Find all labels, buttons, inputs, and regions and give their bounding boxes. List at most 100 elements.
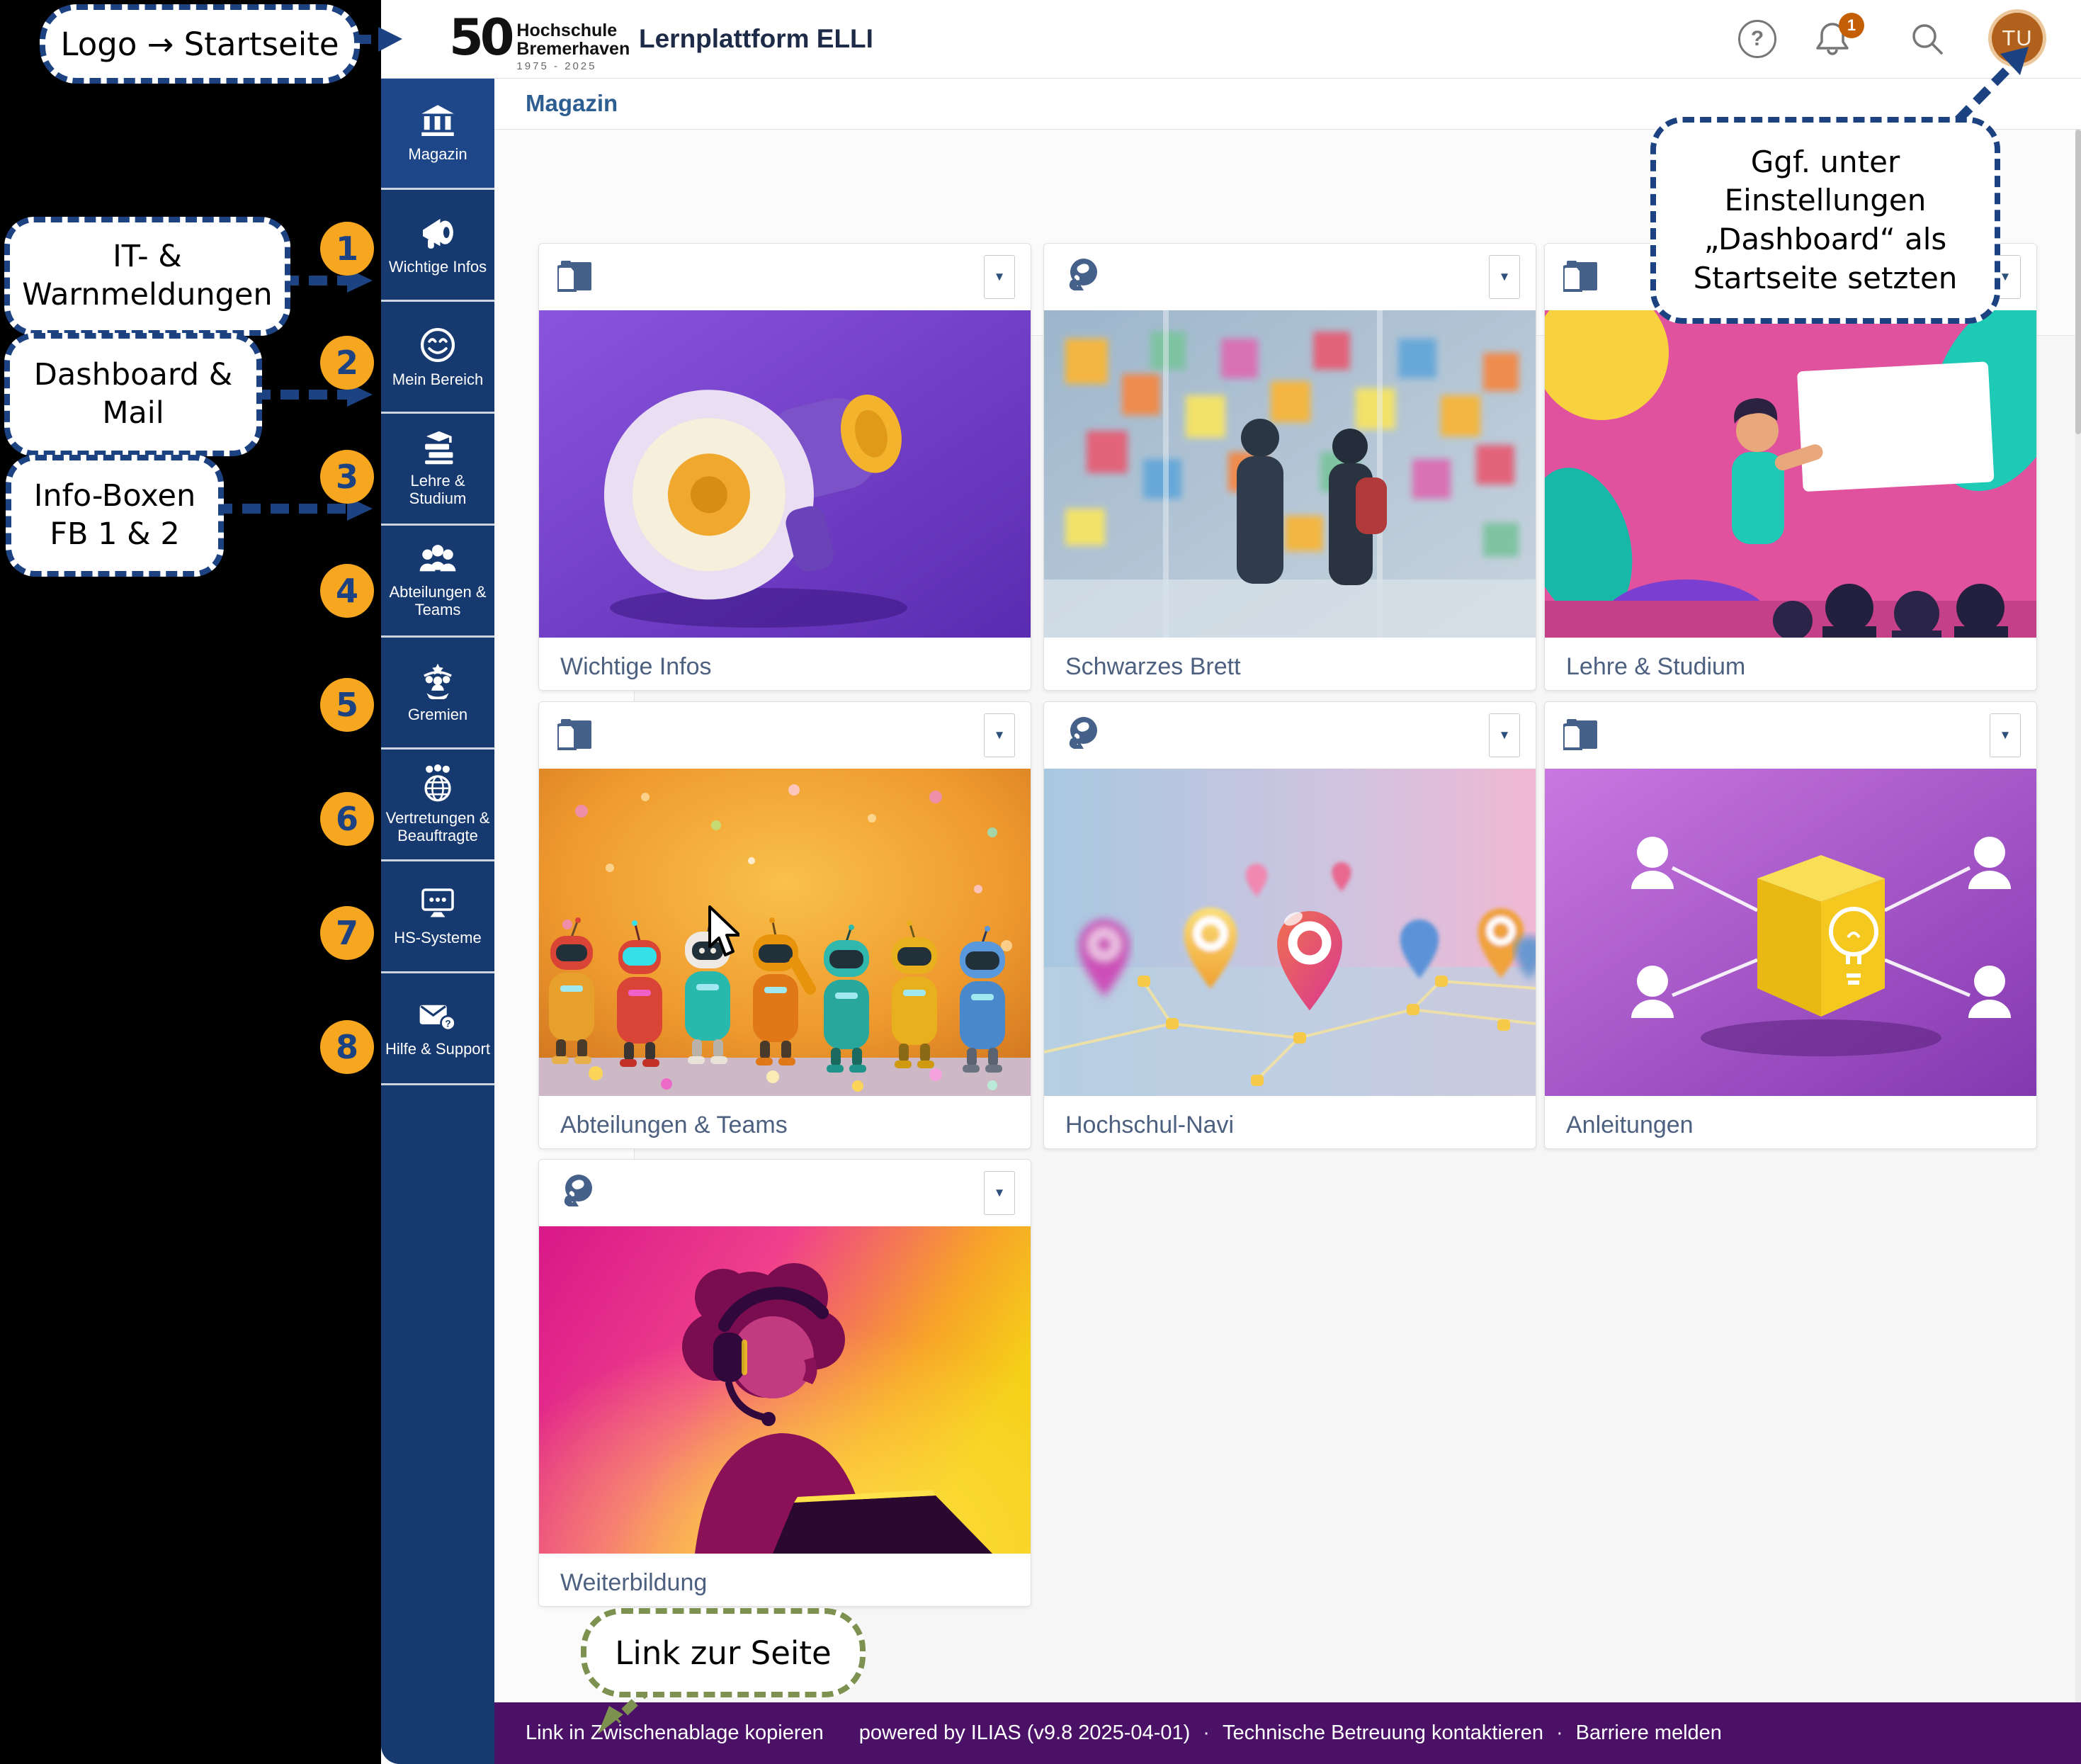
card-weiterbildung[interactable]: ▼ bbox=[538, 1159, 1031, 1607]
card-title[interactable]: Lehre & Studium bbox=[1545, 638, 2036, 691]
card-title[interactable]: Wichtige Infos bbox=[539, 638, 1031, 691]
notification-badge: 1 bbox=[1839, 13, 1864, 38]
sidebar-item-hilfe-support[interactable]: ? Hilfe & Support bbox=[381, 973, 494, 1085]
monitor-password-icon bbox=[418, 887, 458, 922]
main-sidebar: Magazin Wichtige Infos Mein Bereich bbox=[381, 78, 494, 1764]
card-actions-dropdown[interactable]: ▼ bbox=[984, 255, 1015, 299]
weblink-icon bbox=[1062, 715, 1101, 753]
footer-link-report-barrier[interactable]: Barriere melden bbox=[1576, 1721, 1722, 1745]
robots-illustration[interactable] bbox=[539, 769, 1031, 1096]
footer-link-copy-link[interactable]: Link in Zwischenablage kopieren bbox=[526, 1721, 824, 1745]
annotation-number-8: 8 bbox=[320, 1020, 374, 1074]
folder-icon bbox=[557, 256, 596, 295]
card-title[interactable]: Anleitungen bbox=[1545, 1096, 2036, 1149]
annotation-link-zur-seite: Link zur Seite bbox=[581, 1608, 866, 1697]
card-wichtige-infos[interactable]: ▼ Wichtige Infos bbox=[538, 243, 1031, 691]
university-logo[interactable]: 50 Hochschule Bremerhaven 1975 - 2025 bbox=[449, 9, 630, 72]
search-icon bbox=[1909, 21, 1946, 57]
card-actions-dropdown[interactable]: ▼ bbox=[984, 713, 1015, 757]
weblink-icon bbox=[557, 1172, 596, 1211]
annotation-number-3: 3 bbox=[320, 450, 374, 504]
chevron-down-icon: ▼ bbox=[994, 270, 1006, 284]
card-schwarzes-brett[interactable]: ▼ bbox=[1043, 243, 1536, 691]
annotation-dashboard-mail: Dashboard & Mail bbox=[4, 333, 262, 456]
annotated-screenshot-canvas: 50 Hochschule Bremerhaven 1975 - 2025 Le… bbox=[0, 0, 2081, 1764]
chevron-down-icon: ▼ bbox=[1499, 728, 1511, 742]
footer-bar: Link in Zwischenablage kopieren powered … bbox=[494, 1702, 2081, 1764]
annotation-number-2: 2 bbox=[320, 336, 374, 390]
svg-text:?: ? bbox=[445, 1018, 450, 1029]
people-group-icon bbox=[417, 543, 458, 577]
footer-powered-by: powered by ILIAS (v9.8 2025-04-01) bbox=[859, 1721, 1191, 1745]
presentation-illustration[interactable] bbox=[1545, 310, 2036, 638]
smiley-icon bbox=[419, 326, 457, 364]
chevron-down-icon: ▼ bbox=[2000, 728, 2012, 742]
sidebar-item-mein-bereich[interactable]: Mein Bereich bbox=[381, 302, 494, 414]
sidebar-item-magazin[interactable]: Magazin bbox=[381, 78, 494, 190]
annotation-number-6: 6 bbox=[320, 792, 374, 846]
card-title[interactable]: Hochschul-Navi bbox=[1044, 1096, 1536, 1149]
sidebar-item-vertretungen[interactable]: Vertretungen & Beauftragte bbox=[381, 750, 494, 861]
card-actions-dropdown[interactable]: ▼ bbox=[1489, 713, 1520, 757]
card-title[interactable]: Weiterbildung bbox=[539, 1554, 1031, 1607]
scrollbar-track bbox=[2075, 130, 2081, 1702]
annotation-number-1: 1 bbox=[320, 222, 374, 276]
books-gradcap-icon bbox=[417, 430, 458, 465]
help-button[interactable]: ? bbox=[1738, 20, 1776, 58]
chevron-down-icon: ▼ bbox=[994, 1186, 1006, 1200]
card-title[interactable]: Schwarzes Brett bbox=[1044, 638, 1536, 691]
search-button[interactable] bbox=[1908, 20, 1946, 58]
folder-icon bbox=[1563, 715, 1601, 753]
annotation-info-boxen: Info-Boxen FB 1 & 2 bbox=[6, 455, 224, 577]
annotation-number-5: 5 bbox=[320, 678, 374, 732]
footer-link-support[interactable]: Technische Betreuung kontaktieren bbox=[1223, 1721, 1543, 1745]
lightbulb-network-illustration[interactable] bbox=[1545, 769, 2036, 1096]
top-header-bar: 50 Hochschule Bremerhaven 1975 - 2025 Le… bbox=[381, 0, 2081, 79]
mouse-cursor bbox=[707, 905, 739, 959]
annotation-it-warnmeldungen: IT- & Warnmeldungen bbox=[4, 217, 290, 336]
logo-50: 50 bbox=[449, 9, 511, 67]
logo-name-line2: Bremerhaven bbox=[516, 40, 630, 58]
sidebar-item-gremien[interactable]: Gremien bbox=[381, 638, 494, 750]
pinboard-photo[interactable] bbox=[1044, 310, 1536, 638]
committee-icon bbox=[418, 662, 458, 699]
sidebar-item-lehre-studium[interactable]: Lehre & Studium bbox=[381, 414, 494, 526]
sidebar-item-abteilungen-teams[interactable]: Abteilungen & Teams bbox=[381, 526, 494, 638]
annotation-number-4: 4 bbox=[320, 564, 374, 618]
globe-people-icon bbox=[419, 764, 457, 803]
chevron-down-icon: ▼ bbox=[2000, 270, 2012, 284]
card-actions-dropdown[interactable]: ▼ bbox=[1489, 255, 1520, 299]
footer-separator: · bbox=[1203, 1721, 1210, 1745]
breadcrumb-magazin[interactable]: Magazin bbox=[526, 78, 618, 129]
chevron-down-icon: ▼ bbox=[1499, 270, 1511, 284]
chevron-down-icon: ▼ bbox=[994, 728, 1006, 742]
headphones-person-illustration[interactable] bbox=[539, 1226, 1031, 1554]
scrollbar-thumb[interactable] bbox=[2075, 130, 2081, 434]
annotation-logo-startseite: Logo → Startseite bbox=[40, 4, 360, 84]
annotation-number-7: 7 bbox=[320, 906, 374, 960]
card-actions-dropdown[interactable]: ▼ bbox=[984, 1171, 1015, 1215]
megaphone-illustration[interactable] bbox=[539, 310, 1031, 638]
card-anleitungen[interactable]: ▼ bbox=[1544, 701, 2037, 1149]
map-pins-illustration[interactable] bbox=[1044, 769, 1536, 1096]
card-abteilungen-teams[interactable]: ▼ bbox=[538, 701, 1031, 1149]
card-actions-dropdown[interactable]: ▼ bbox=[1990, 713, 2021, 757]
annotation-arrow-to-avatar bbox=[1942, 41, 2041, 126]
folder-icon bbox=[557, 715, 596, 753]
logo-years: 1975 - 2025 bbox=[516, 60, 630, 72]
logo-name-line1: Hochschule bbox=[516, 21, 630, 40]
page-title: Lernplattform ELLI bbox=[639, 0, 873, 78]
weblink-icon bbox=[1062, 256, 1101, 295]
folder-icon bbox=[1563, 256, 1601, 295]
help-icon: ? bbox=[1738, 20, 1776, 58]
sidebar-item-wichtige-infos[interactable]: Wichtige Infos bbox=[381, 190, 494, 302]
annotation-dashboard-startseite-hinweis: Ggf. unter Einstellungen „Dashboard“ als… bbox=[1650, 117, 2000, 324]
footer-separator: · bbox=[1556, 1721, 1563, 1745]
mail-question-icon: ? bbox=[417, 1000, 458, 1034]
bank-icon bbox=[418, 103, 458, 139]
card-title[interactable]: Abteilungen & Teams bbox=[539, 1096, 1031, 1149]
notifications-button[interactable]: 1 bbox=[1813, 20, 1852, 58]
card-hochschul-navi[interactable]: ▼ bbox=[1043, 701, 1536, 1149]
sidebar-item-hs-systeme[interactable]: HS-Systeme bbox=[381, 861, 494, 973]
megaphone-icon bbox=[418, 215, 458, 251]
